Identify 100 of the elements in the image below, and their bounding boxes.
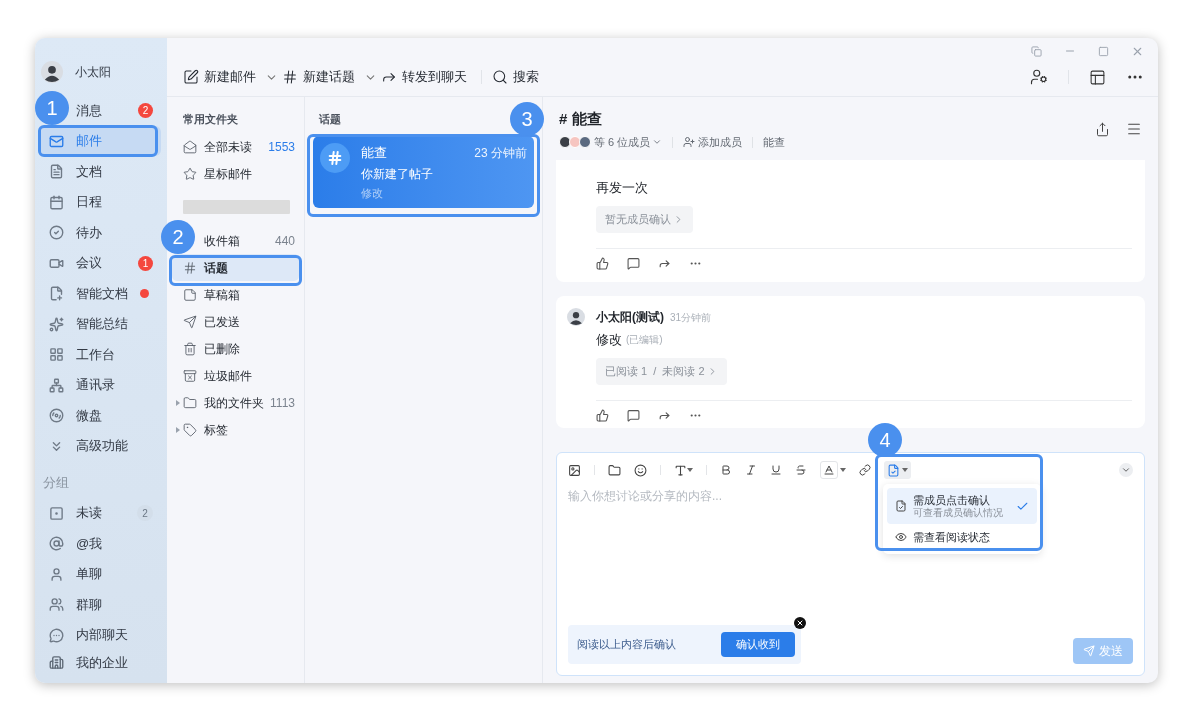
folder-item[interactable]: 全部未读 1553: [172, 133, 299, 160]
topic-subtitle: 你新建了帖子: [361, 165, 434, 183]
like-icon[interactable]: [596, 256, 609, 270]
topic-card[interactable]: 能查 23 分钟前 你新建了帖子 修改: [313, 136, 534, 208]
folder-count: 1553: [268, 138, 295, 156]
menu-icon[interactable]: [1126, 121, 1142, 137]
folder-item[interactable]: 话题: [172, 254, 299, 281]
menu-option[interactable]: 需查看阅读状态: [887, 524, 1037, 550]
like-icon[interactable]: [596, 408, 609, 422]
person-icon: [49, 566, 64, 582]
section-heading: 常用文件夹: [183, 112, 238, 127]
topic-preview: 修改: [361, 185, 384, 201]
grid-icon: [49, 347, 64, 363]
folder-count: 1113: [270, 394, 295, 412]
sidebar-item[interactable]: 群聊: [41, 589, 161, 620]
banner-text: 阅读以上内容后确认: [577, 637, 676, 653]
document-plus-icon: [49, 286, 64, 302]
toolbar-button[interactable]: 搜索: [492, 63, 539, 91]
folder-item[interactable]: 草稿箱: [172, 281, 299, 308]
underline-icon[interactable]: [770, 464, 782, 476]
star-icon: [183, 166, 197, 181]
add-person-icon: [683, 136, 696, 149]
sidebar-item[interactable]: @我: [41, 528, 161, 559]
folder-icon[interactable]: [608, 463, 621, 477]
note-icon: [183, 287, 197, 302]
tag-icon: [183, 422, 197, 437]
thread-title: # 能查: [559, 109, 603, 129]
sidebar-item[interactable]: 待办: [41, 217, 161, 248]
font-color-icon[interactable]: [820, 461, 846, 479]
members-dropdown[interactable]: 等 6 位成员: [594, 134, 663, 151]
sidebar-item[interactable]: 内部聊天: [41, 619, 161, 651]
avatar: [567, 308, 585, 326]
at-icon: [49, 536, 64, 552]
italic-icon[interactable]: [745, 464, 757, 476]
toolbar-button[interactable]: 转发到聊天: [381, 63, 467, 91]
sidebar-item[interactable]: 未读 2: [41, 497, 161, 529]
confirm-button[interactable]: 确认收到: [721, 632, 795, 657]
folder-item[interactable]: 已发送: [172, 308, 299, 335]
sidebar-item[interactable]: 单聊: [41, 558, 161, 590]
folder-item[interactable]: 已删除: [172, 335, 299, 362]
folder-item[interactable]: 星标邮件: [172, 160, 299, 187]
section-heading: 分组: [43, 474, 70, 493]
chat-bubble-icon: [49, 627, 64, 643]
document-icon: [49, 164, 64, 180]
menu-option[interactable]: 需成员点击确认 可查看成员确认情况: [887, 488, 1037, 524]
menu-option-hint: 可查看成员确认情况: [913, 507, 1003, 519]
search-icon: [492, 69, 508, 85]
trash-icon: [183, 341, 197, 356]
calendar-icon: [49, 194, 64, 210]
bold-icon[interactable]: [720, 464, 732, 476]
comment-icon[interactable]: [627, 408, 640, 422]
comment-icon[interactable]: [627, 256, 640, 270]
author-name: 小太阳(测试): [596, 309, 664, 326]
toolbar-button[interactable]: 新建话题: [282, 63, 377, 91]
confirm-request-icon[interactable]: [884, 461, 911, 479]
topic-time: 23 分钟前: [474, 144, 527, 162]
sidebar-item[interactable]: 高级功能: [41, 430, 161, 462]
text-size-icon[interactable]: [674, 463, 693, 477]
image-icon[interactable]: [568, 463, 581, 477]
sidebar-item[interactable]: 文档: [41, 156, 161, 187]
member-avatars: [559, 136, 591, 149]
send-icon: [1083, 645, 1095, 657]
message-text: 再发一次: [596, 179, 648, 197]
people-icon: [49, 597, 64, 613]
close-icon[interactable]: [794, 617, 806, 629]
topic-title: 能查: [361, 144, 387, 162]
toolbar-button[interactable]: 新建邮件: [183, 63, 278, 91]
mail-icon: [183, 139, 197, 154]
hash-icon: [282, 69, 298, 85]
sparkle-icon: [49, 316, 64, 332]
folder-icon: [183, 395, 197, 410]
sidebar-item[interactable]: 智能总结: [41, 308, 161, 340]
disc-icon: [49, 408, 64, 424]
sidebar-item[interactable]: 工作台: [41, 339, 161, 370]
layout-icon[interactable]: [1089, 68, 1106, 86]
sidebar-item[interactable]: 智能文档: [41, 278, 161, 309]
folder-item[interactable]: 标签: [172, 416, 299, 443]
sidebar-item[interactable]: 通讯录: [41, 369, 161, 401]
check-icon: [49, 225, 64, 241]
folder-item[interactable]: 垃圾邮件: [172, 362, 299, 389]
hash-icon: [183, 260, 197, 275]
count-badge: 2: [137, 505, 153, 522]
share-icon[interactable]: [1095, 121, 1110, 137]
sidebar-item[interactable]: 日程: [41, 186, 161, 218]
document-check-icon: [895, 500, 907, 512]
link-icon[interactable]: [859, 464, 871, 476]
person-icon[interactable]: [1030, 68, 1048, 86]
archive-icon: [183, 368, 197, 383]
emoji-icon[interactable]: [634, 463, 647, 477]
strikethrough-icon[interactable]: [795, 464, 807, 476]
sidebar-item[interactable]: 我的企业: [41, 650, 161, 675]
folder-count: 440: [274, 232, 295, 250]
building-icon: [49, 655, 64, 671]
hash-icon: [320, 143, 350, 173]
user-name: 小太阳: [75, 64, 111, 82]
add-member-button[interactable]: 添加成员: [683, 134, 743, 151]
folder-item[interactable]: 我的文件夹 1113: [172, 389, 299, 416]
compose-icon: [183, 69, 199, 85]
sidebar-item[interactable]: 会议 1: [41, 247, 161, 279]
sidebar-item[interactable]: 微盘: [41, 400, 161, 431]
